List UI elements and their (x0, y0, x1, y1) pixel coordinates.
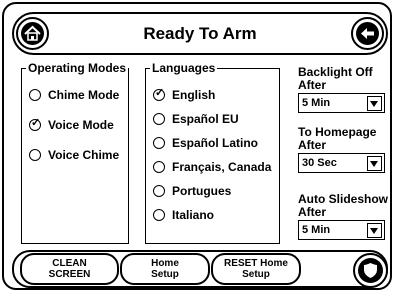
radio-label: Español Latino (172, 136, 259, 150)
checkmark-icon: ✓ (155, 87, 165, 99)
radio-label: Voice Chime (48, 148, 120, 162)
radio-espanol-eu[interactable]: Español EU (153, 112, 239, 126)
slideshow-label: Auto Slideshow After (298, 192, 388, 219)
page-title: Ready To Arm (143, 24, 257, 43)
radio-circle: ✓ (153, 87, 165, 101)
slideshow-value: 5 Min (302, 224, 331, 236)
radio-espanol-latino[interactable]: Español Latino (153, 136, 258, 150)
radio-circle: ✓ (29, 117, 41, 131)
radio-label: Voice Mode (48, 118, 114, 132)
radio-label: Portugues (172, 184, 232, 198)
header-bar: Ready To Arm (12, 12, 388, 55)
radio-italiano[interactable]: Italiano (153, 208, 214, 222)
home-setup-label: Home Setup (151, 258, 179, 280)
radio-circle (153, 185, 165, 197)
chevron-down-icon (367, 95, 382, 111)
home-setup-button[interactable]: Home Setup (120, 253, 210, 285)
backlight-select[interactable]: 5 Min (298, 93, 385, 113)
radio-portugues[interactable]: Portugues (153, 184, 231, 198)
shield-button[interactable] (353, 253, 388, 288)
shield-icon (358, 258, 383, 283)
homepage-value: 30 Sec (302, 157, 337, 169)
backlight-label: Backlight Off After (298, 65, 373, 92)
clean-screen-button[interactable]: CLEAN SCREEN (20, 253, 119, 285)
radio-voice-mode[interactable]: ✓ Voice Mode (29, 117, 114, 132)
chevron-down-icon (367, 222, 382, 238)
radio-voice-chime[interactable]: Voice Chime (29, 148, 119, 162)
reset-home-setup-button[interactable]: RESET Home Setup (211, 253, 301, 285)
reset-home-setup-label: RESET Home Setup (224, 258, 288, 280)
radio-label: English (172, 88, 216, 102)
back-arrow-icon (356, 22, 379, 45)
back-button[interactable] (351, 17, 384, 50)
radio-circle (153, 209, 165, 221)
home-button[interactable] (16, 17, 49, 50)
slideshow-select[interactable]: 5 Min (298, 220, 385, 240)
languages-legend: Languages (150, 61, 218, 75)
radio-label: Chime Mode (48, 88, 120, 102)
radio-francais-canada[interactable]: Français, Canada (153, 160, 271, 174)
operating-modes-legend: Operating Modes (26, 61, 128, 75)
radio-circle (29, 89, 41, 101)
homepage-select[interactable]: 30 Sec (298, 153, 385, 173)
radio-label: Español EU (172, 112, 239, 126)
radio-english[interactable]: ✓ English (153, 87, 216, 102)
checkmark-icon: ✓ (31, 117, 41, 129)
chevron-down-icon (367, 155, 382, 171)
radio-circle (153, 137, 165, 149)
backlight-value: 5 Min (302, 97, 331, 109)
clean-screen-label: CLEAN SCREEN (48, 258, 91, 280)
radio-chime-mode[interactable]: Chime Mode (29, 88, 119, 102)
radio-circle (29, 149, 41, 161)
homepage-label: To Homepage After (298, 125, 377, 152)
radio-label: Français, Canada (172, 160, 272, 174)
radio-circle (153, 113, 165, 125)
radio-label: Italiano (172, 208, 215, 222)
home-icon (21, 22, 44, 45)
radio-circle (153, 161, 165, 173)
